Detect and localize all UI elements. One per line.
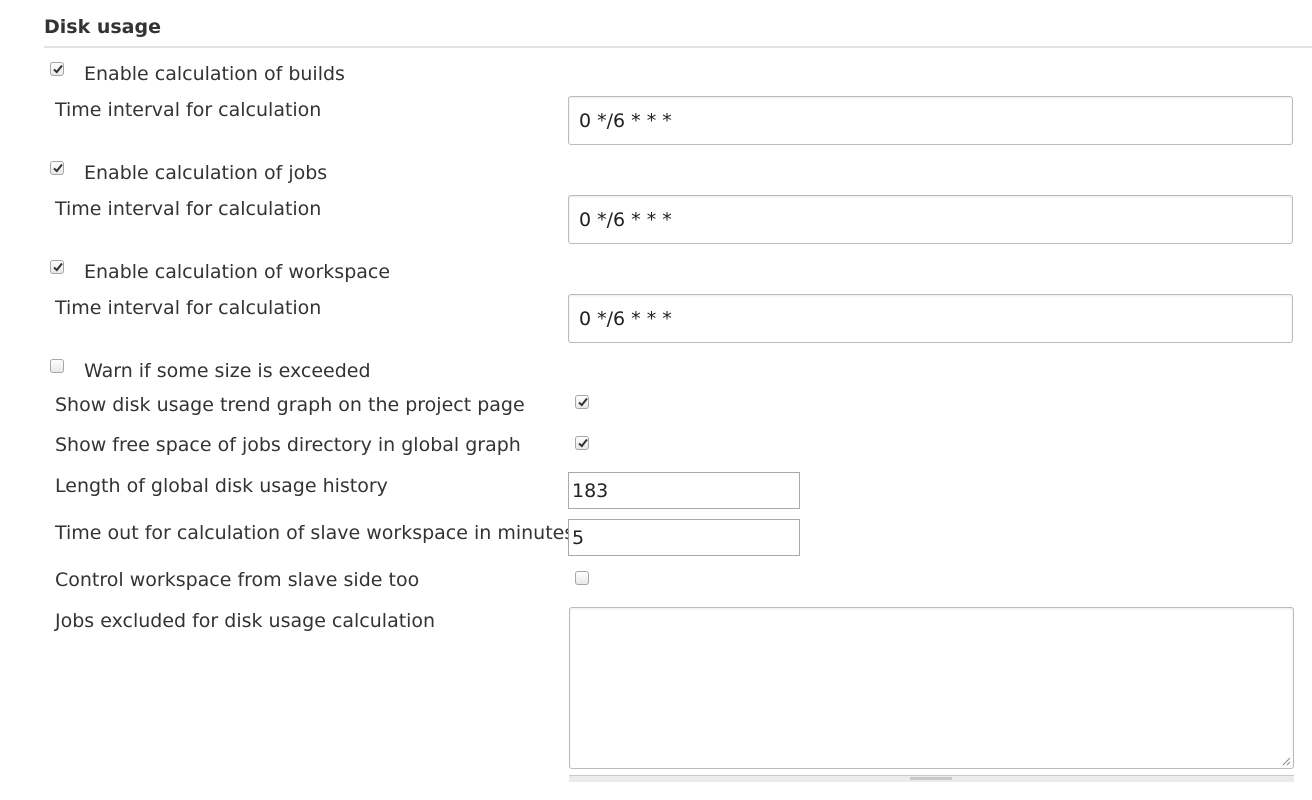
free-space-label: Show free space of jobs directory in glo… [55, 434, 521, 456]
free-space-checkbox[interactable] [575, 436, 589, 450]
section-title: Disk usage [44, 16, 161, 38]
section-divider [44, 46, 1312, 48]
timeout-input[interactable]: 5 [568, 519, 800, 556]
history-length-input[interactable]: 183 [568, 472, 800, 509]
trend-graph-label: Show disk usage trend graph on the proje… [55, 394, 525, 416]
timeout-value: 5 [572, 526, 585, 549]
builds-interval-value: 0 */6 * * * [579, 109, 672, 132]
control-workspace-checkbox[interactable] [575, 571, 589, 585]
resize-grip-icon[interactable] [1282, 757, 1291, 766]
jobs-interval-label: Time interval for calculation [55, 198, 322, 220]
textarea-resize-bar[interactable] [569, 775, 1294, 782]
trend-graph-checkbox[interactable] [575, 395, 589, 409]
enable-workspace-checkbox[interactable] [50, 260, 64, 274]
checkmark-icon [578, 438, 588, 448]
checkmark-icon [53, 262, 63, 272]
excluded-jobs-textarea[interactable] [569, 607, 1294, 769]
builds-interval-label: Time interval for calculation [55, 99, 322, 121]
history-length-label: Length of global disk usage history [55, 475, 388, 497]
resize-bar-handle[interactable] [910, 777, 952, 780]
enable-builds-label: Enable calculation of builds [84, 63, 345, 85]
enable-workspace-label: Enable calculation of workspace [84, 261, 391, 283]
workspace-interval-label: Time interval for calculation [55, 297, 322, 319]
jobs-interval-value: 0 */6 * * * [579, 208, 672, 231]
history-length-value: 183 [572, 479, 609, 502]
enable-builds-checkbox[interactable] [50, 62, 64, 76]
enable-jobs-label: Enable calculation of jobs [84, 162, 328, 184]
builds-interval-input[interactable]: 0 */6 * * * [568, 96, 1293, 145]
workspace-interval-value: 0 */6 * * * [579, 307, 672, 330]
checkmark-icon [53, 64, 63, 74]
enable-jobs-checkbox[interactable] [50, 161, 64, 175]
timeout-label: Time out for calculation of slave worksp… [55, 522, 575, 544]
control-workspace-label: Control workspace from slave side too [55, 569, 420, 591]
workspace-interval-input[interactable]: 0 */6 * * * [568, 294, 1293, 343]
warn-exceeded-checkbox[interactable] [50, 359, 64, 373]
excluded-jobs-label: Jobs excluded for disk usage calculation [55, 610, 436, 632]
checkmark-icon [578, 397, 588, 407]
jobs-interval-input[interactable]: 0 */6 * * * [568, 195, 1293, 244]
checkmark-icon [53, 163, 63, 173]
warn-exceeded-label: Warn if some size is exceeded [84, 360, 371, 382]
